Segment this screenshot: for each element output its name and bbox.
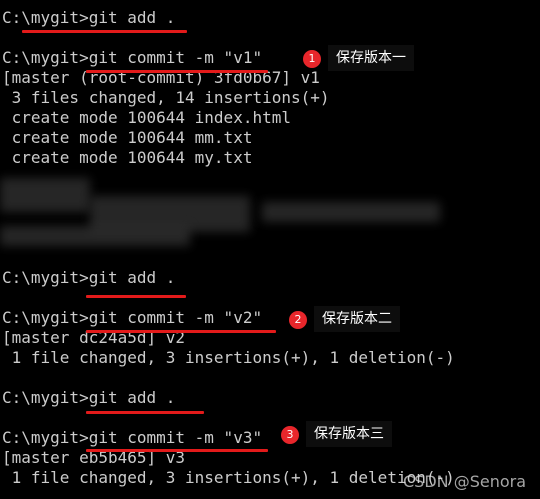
highlight-underline	[86, 449, 268, 452]
terminal-line: C:\mygit>git add .	[2, 388, 176, 407]
terminal-line: 1 file changed, 3 insertions(+), 1 delet…	[2, 468, 455, 487]
terminal-line: C:\mygit>git commit -m "v1"	[2, 48, 263, 67]
highlight-underline	[86, 70, 268, 73]
terminal-line: create mode 100644 index.html	[2, 108, 291, 127]
terminal-window[interactable]: C:\mygit>git add . C:\mygit>git commit -…	[0, 0, 540, 499]
watermark: CSDN @Senora	[402, 472, 526, 491]
annotation-number-badge: 2	[289, 311, 307, 329]
highlight-underline	[86, 295, 186, 298]
annotation-number-badge: 3	[281, 426, 299, 444]
terminal-line: 1 file changed, 3 insertions(+), 1 delet…	[2, 348, 455, 367]
redacted-region	[0, 178, 90, 212]
highlight-underline	[86, 330, 276, 333]
terminal-line: create mode 100644 mm.txt	[2, 128, 253, 147]
terminal-line: C:\mygit>git commit -m "v3"	[2, 428, 263, 447]
terminal-line: create mode 100644 my.txt	[2, 148, 253, 167]
terminal-line: 3 files changed, 14 insertions(+)	[2, 88, 330, 107]
terminal-line: C:\mygit>git add .	[2, 268, 176, 287]
annotation-label: 保存版本三	[306, 421, 392, 447]
annotation-label: 保存版本二	[314, 306, 400, 332]
terminal-line: C:\mygit>git add .	[2, 8, 176, 27]
terminal-line: C:\mygit>git commit -m "v2"	[2, 308, 263, 327]
annotation-number-badge: 1	[303, 50, 321, 68]
redacted-region	[262, 202, 440, 222]
highlight-underline	[86, 411, 204, 414]
annotation-label: 保存版本一	[328, 45, 414, 71]
highlight-underline	[22, 30, 187, 33]
redacted-region	[0, 226, 190, 246]
